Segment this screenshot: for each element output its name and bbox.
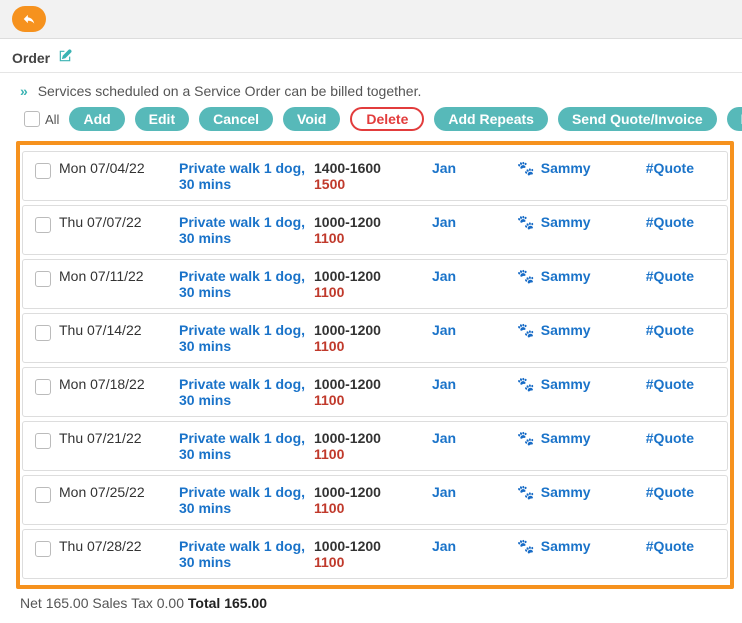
info-text: Services scheduled on a Service Order ca…: [38, 83, 422, 99]
row-time: 1000-12001100: [314, 430, 394, 462]
row-date: Mon 07/18/22: [59, 376, 179, 392]
service-row[interactable]: Mon 07/04/22Private walk 1 dog,30 mins14…: [22, 151, 728, 201]
select-all-label: All: [45, 112, 59, 127]
row-pet-link[interactable]: Sammy: [541, 376, 591, 392]
row-service-link[interactable]: Private walk 1 dog,30 mins: [179, 160, 314, 192]
row-pet-link[interactable]: Sammy: [541, 484, 591, 500]
service-row[interactable]: Thu 07/28/22Private walk 1 dog,30 mins10…: [22, 529, 728, 579]
row-quote-link[interactable]: #Quote: [646, 430, 694, 446]
row-time: 1000-12001100: [314, 538, 394, 570]
void-button[interactable]: Void: [283, 107, 340, 131]
row-checkbox[interactable]: [35, 433, 51, 449]
service-row[interactable]: Mon 07/18/22Private walk 1 dog,30 mins10…: [22, 367, 728, 417]
row-pet-link[interactable]: Sammy: [541, 160, 591, 176]
reply-arrow-icon: [21, 12, 37, 26]
service-row[interactable]: Thu 07/14/22Private walk 1 dog,30 mins10…: [22, 313, 728, 363]
row-time: 1000-12001100: [314, 322, 394, 354]
row-staff-link[interactable]: Jan: [432, 322, 456, 338]
row-date: Mon 07/04/22: [59, 160, 179, 176]
row-quote-link[interactable]: #Quote: [646, 268, 694, 284]
row-quote-link[interactable]: #Quote: [646, 484, 694, 500]
row-time: 1000-12001100: [314, 268, 394, 300]
service-row[interactable]: Mon 07/11/22Private walk 1 dog,30 mins10…: [22, 259, 728, 309]
row-service-link[interactable]: Private walk 1 dog,30 mins: [179, 214, 314, 246]
back-button[interactable]: [12, 6, 46, 32]
row-service-link[interactable]: Private walk 1 dog,30 mins: [179, 268, 314, 300]
delete-button[interactable]: Delete: [350, 107, 424, 131]
service-row[interactable]: Thu 07/21/22Private walk 1 dog,30 mins10…: [22, 421, 728, 471]
send-quote-invoice-button[interactable]: Send Quote/Invoice: [558, 107, 717, 131]
row-staff-link[interactable]: Jan: [432, 376, 456, 392]
edit-button[interactable]: Edit: [135, 107, 189, 131]
row-quote-link[interactable]: #Quote: [646, 322, 694, 338]
row-time: 1400-16001500: [314, 160, 394, 192]
row-service-link[interactable]: Private walk 1 dog,30 mins: [179, 322, 314, 354]
row-service-link[interactable]: Private walk 1 dog,30 mins: [179, 484, 314, 516]
row-quote-link[interactable]: #Quote: [646, 214, 694, 230]
row-quote-link[interactable]: #Quote: [646, 160, 694, 176]
paw-icon: 🐾: [517, 538, 534, 554]
row-time: 1000-12001100: [314, 484, 394, 516]
paw-icon: 🐾: [517, 322, 534, 338]
cancel-button[interactable]: Cancel: [199, 107, 273, 131]
pencil-square-icon: [58, 49, 72, 63]
edit-order-button[interactable]: [58, 50, 72, 66]
row-checkbox[interactable]: [35, 487, 51, 503]
paw-icon: 🐾: [517, 214, 534, 230]
totals-line: Net 165.00 Sales Tax 0.00 Total 165.00: [0, 589, 742, 623]
row-date: Thu 07/07/22: [59, 214, 179, 230]
service-row[interactable]: Mon 07/25/22Private walk 1 dog,30 mins10…: [22, 475, 728, 525]
paw-icon: 🐾: [517, 160, 534, 176]
row-pet-link[interactable]: Sammy: [541, 268, 591, 284]
row-pet-link[interactable]: Sammy: [541, 214, 591, 230]
page-title: Order: [12, 50, 50, 66]
row-checkbox[interactable]: [35, 217, 51, 233]
row-quote-link[interactable]: #Quote: [646, 538, 694, 554]
chevron-right-icon: »: [20, 83, 28, 99]
row-checkbox[interactable]: [35, 379, 51, 395]
row-date: Thu 07/21/22: [59, 430, 179, 446]
service-row[interactable]: Thu 07/07/22Private walk 1 dog,30 mins10…: [22, 205, 728, 255]
row-service-link[interactable]: Private walk 1 dog,30 mins: [179, 538, 314, 570]
row-staff-link[interactable]: Jan: [432, 538, 456, 554]
paw-icon: 🐾: [517, 430, 534, 446]
row-staff-link[interactable]: Jan: [432, 214, 456, 230]
row-pet-link[interactable]: Sammy: [541, 538, 591, 554]
row-date: Mon 07/25/22: [59, 484, 179, 500]
row-staff-link[interactable]: Jan: [432, 484, 456, 500]
paw-icon: 🐾: [517, 484, 534, 500]
email-button[interactable]: Email: [727, 107, 742, 131]
row-pet-link[interactable]: Sammy: [541, 430, 591, 446]
paw-icon: 🐾: [517, 376, 534, 392]
row-quote-link[interactable]: #Quote: [646, 376, 694, 392]
add-button[interactable]: Add: [69, 107, 124, 131]
row-checkbox[interactable]: [35, 163, 51, 179]
row-service-link[interactable]: Private walk 1 dog,30 mins: [179, 430, 314, 462]
services-list: Mon 07/04/22Private walk 1 dog,30 mins14…: [16, 141, 734, 589]
add-repeats-button[interactable]: Add Repeats: [434, 107, 548, 131]
row-staff-link[interactable]: Jan: [432, 430, 456, 446]
row-pet-link[interactable]: Sammy: [541, 322, 591, 338]
row-time: 1000-12001100: [314, 376, 394, 408]
row-checkbox[interactable]: [35, 271, 51, 287]
paw-icon: 🐾: [517, 268, 534, 284]
row-checkbox[interactable]: [35, 325, 51, 341]
row-staff-link[interactable]: Jan: [432, 268, 456, 284]
row-staff-link[interactable]: Jan: [432, 160, 456, 176]
row-date: Thu 07/28/22: [59, 538, 179, 554]
row-date: Mon 07/11/22: [59, 268, 179, 284]
row-date: Thu 07/14/22: [59, 322, 179, 338]
row-service-link[interactable]: Private walk 1 dog,30 mins: [179, 376, 314, 408]
row-time: 1000-12001100: [314, 214, 394, 246]
select-all-checkbox[interactable]: [24, 111, 40, 127]
